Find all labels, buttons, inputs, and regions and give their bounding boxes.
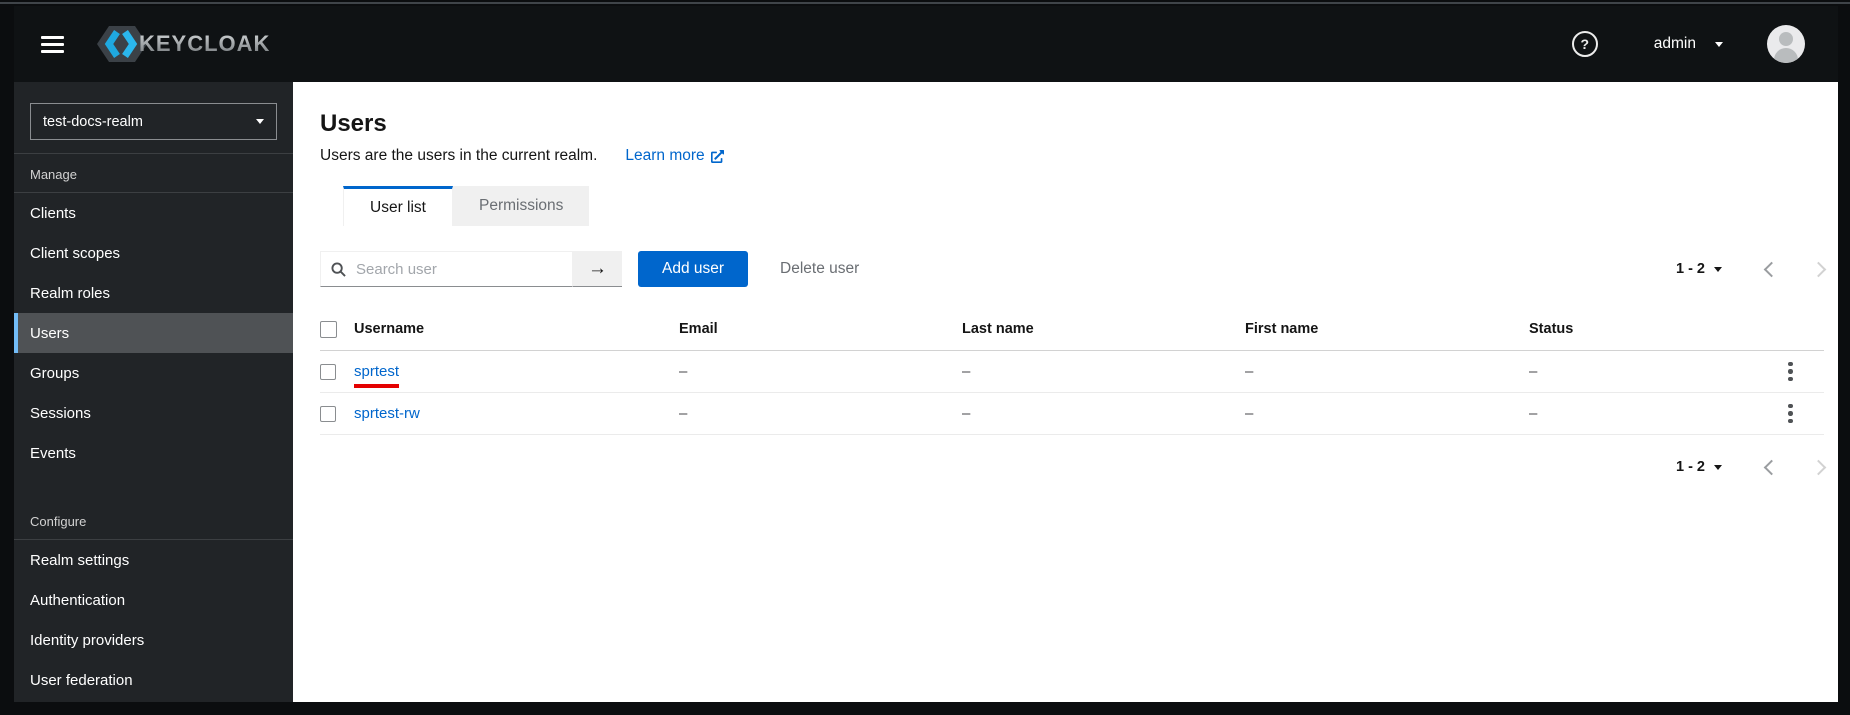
row-checkbox[interactable]	[320, 405, 336, 422]
row-cell-actions	[1780, 358, 1824, 386]
pagination-options-toggle[interactable]	[1714, 464, 1722, 470]
sidebar-item-identity-providers[interactable]: Identity providers	[14, 620, 293, 660]
users-table: Username Email Last name First name Status sp…	[320, 308, 1824, 435]
nav-section-label-configure: Configure	[14, 501, 293, 540]
row-cell-last-name: –	[962, 405, 971, 422]
kebab-menu-icon[interactable]	[1780, 400, 1801, 428]
sidebar-item-clients[interactable]: Clients	[14, 193, 293, 233]
sidebar-item-realm-settings[interactable]: Realm settings	[14, 540, 293, 580]
select-all-checkbox[interactable]	[320, 320, 337, 338]
add-user-button[interactable]: Add user	[638, 251, 749, 287]
row-cell-first-name: –	[1245, 363, 1254, 380]
row-cell-email: –	[679, 363, 688, 380]
page-title: Users	[320, 110, 387, 137]
page-description: Users are the users in the current realm…	[320, 147, 598, 164]
pagination-range: 1 - 2	[1675, 261, 1705, 277]
previous-page-icon[interactable]	[1763, 261, 1780, 277]
keycloak-logo: KEYCLOAK	[95, 22, 270, 66]
window-top-edge	[0, 2, 1850, 4]
tabs: User list Permissions	[343, 186, 1824, 226]
screenshot-frame: KEYCLOAK ? admin test-docs-realm Manage …	[0, 0, 1850, 715]
pagination-range: 1 - 2	[1675, 459, 1705, 475]
search-input[interactable]	[354, 259, 564, 279]
row-cell-last-name: –	[962, 363, 971, 380]
annotation-underline	[354, 384, 400, 388]
sidebar-nav: Manage Clients Client scopes Realm roles Use…	[14, 154, 293, 700]
realm-selector[interactable]: test-docs-realm	[30, 103, 277, 140]
username-link[interactable]: sprtest-rw	[354, 405, 420, 422]
chevron-down-icon	[256, 119, 264, 124]
table-row: sprtest – – – –	[320, 351, 1824, 393]
toolbar: → Add user Delete user 1 - 2	[320, 251, 1827, 287]
pagination-top: 1 - 2	[1675, 261, 1827, 277]
main-content: Users Users are the users in the current…	[293, 82, 1838, 702]
help-icon[interactable]: ?	[1571, 31, 1598, 57]
chevron-down-icon	[1715, 41, 1723, 47]
top-bar: KEYCLOAK ? admin	[14, 6, 1838, 82]
row-checkbox[interactable]	[320, 363, 336, 380]
sidebar-item-groups[interactable]: Groups	[14, 353, 293, 393]
realm-name: test-docs-realm	[43, 113, 143, 130]
sidebar-item-user-federation[interactable]: User federation	[14, 660, 293, 700]
header-cell-checkbox	[320, 320, 354, 338]
sidebar: test-docs-realm Manage Clients Client scop…	[14, 82, 293, 702]
row-cell-actions	[1780, 400, 1824, 428]
column-header-status: Status	[1529, 321, 1574, 337]
previous-page-icon[interactable]	[1763, 459, 1780, 475]
keycloak-admin-console: KEYCLOAK ? admin test-docs-realm Manage …	[14, 6, 1838, 702]
pagination-options-toggle[interactable]	[1714, 266, 1722, 272]
tab-user-list[interactable]: User list	[343, 186, 453, 226]
row-cell-username: sprtest	[354, 363, 679, 388]
user-menu[interactable]: admin	[1654, 35, 1723, 53]
row-cell-first-name: –	[1245, 405, 1254, 422]
row-cell-checkbox	[320, 363, 354, 380]
row-cell-checkbox	[320, 405, 354, 422]
arrow-right-icon: →	[588, 257, 607, 279]
sidebar-item-users[interactable]: Users	[14, 313, 293, 353]
hamburger-menu-icon[interactable]	[33, 24, 73, 64]
sidebar-item-client-scopes[interactable]: Client scopes	[14, 233, 293, 273]
column-header-first-name: First name	[1245, 321, 1319, 337]
username-link[interactable]: sprtest	[354, 363, 400, 388]
pagination-bottom: 1 - 2	[320, 459, 1827, 475]
avatar[interactable]	[1767, 25, 1805, 63]
external-link-icon	[710, 149, 724, 163]
sidebar-item-sessions[interactable]: Sessions	[14, 393, 293, 433]
delete-user-button[interactable]: Delete user	[780, 260, 859, 278]
column-header-email: Email	[679, 321, 718, 337]
next-page-icon[interactable]	[1810, 459, 1827, 475]
brand-text: KEYCLOAK	[139, 31, 271, 56]
kebab-menu-icon[interactable]	[1780, 358, 1801, 386]
row-cell-email: –	[679, 405, 688, 422]
table-header-row: Username Email Last name First name Status	[320, 308, 1824, 351]
row-cell-status: –	[1529, 363, 1538, 380]
table-row: sprtest-rw – – – –	[320, 393, 1824, 435]
learn-more-link[interactable]: Learn more	[625, 147, 724, 165]
search-submit-button[interactable]: →	[573, 251, 622, 287]
column-header-last-name: Last name	[962, 321, 1034, 337]
sidebar-item-events[interactable]: Events	[14, 433, 293, 473]
user-name: admin	[1653, 35, 1696, 52]
row-cell-status: –	[1529, 405, 1538, 422]
row-cell-username: sprtest-rw	[354, 405, 679, 422]
column-header-username: Username	[354, 321, 425, 337]
tab-permissions[interactable]: Permissions	[452, 186, 590, 226]
next-page-icon[interactable]	[1810, 261, 1827, 277]
sidebar-item-realm-roles[interactable]: Realm roles	[14, 273, 293, 313]
search-icon	[331, 261, 346, 277]
sidebar-item-authentication[interactable]: Authentication	[14, 580, 293, 620]
search-box	[320, 251, 573, 287]
nav-section-label-manage: Manage	[14, 154, 293, 193]
